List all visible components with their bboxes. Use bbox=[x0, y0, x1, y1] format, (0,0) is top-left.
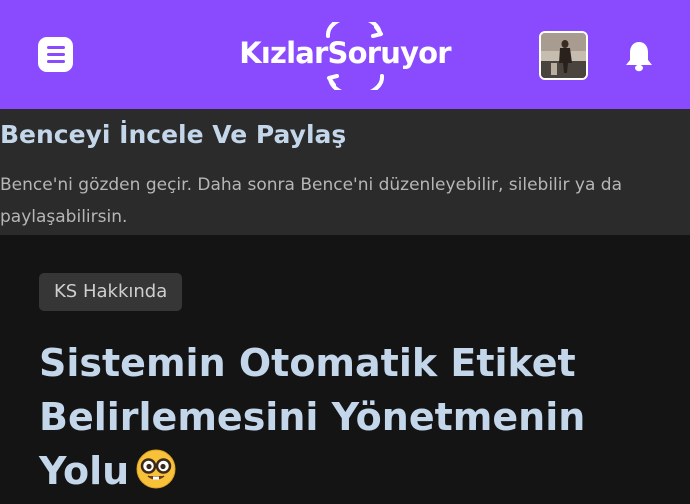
avatar-photo bbox=[541, 33, 586, 78]
banner-title: Benceyi İncele Ve Paylaş bbox=[0, 120, 347, 149]
top-app-bar: KızlarSoruyor bbox=[0, 0, 690, 109]
post-title: Sistemin Otomatik Etiket Belirlemesini Y… bbox=[39, 336, 679, 504]
logo-text: KızlarSoruyor bbox=[239, 36, 451, 70]
banner-description: Bence'ni gözden geçir. Daha sonra Bence'… bbox=[0, 175, 622, 227]
menu-icon-line bbox=[46, 46, 65, 49]
post-title-text: Sistemin Otomatik Etiket Belirlemesini Y… bbox=[39, 341, 586, 493]
menu-icon-line bbox=[46, 53, 65, 56]
menu-button[interactable] bbox=[38, 37, 73, 72]
bell-icon[interactable] bbox=[624, 40, 654, 72]
site-logo[interactable]: KızlarSoruyor bbox=[232, 22, 458, 90]
category-tag[interactable]: KS Hakkında bbox=[39, 273, 183, 311]
avatar[interactable] bbox=[539, 31, 588, 80]
nerd-face-icon bbox=[135, 448, 177, 504]
review-banner: Benceyi İncele Ve Paylaş Bence'ni gözden… bbox=[0, 109, 690, 235]
menu-icon-line bbox=[46, 60, 65, 63]
